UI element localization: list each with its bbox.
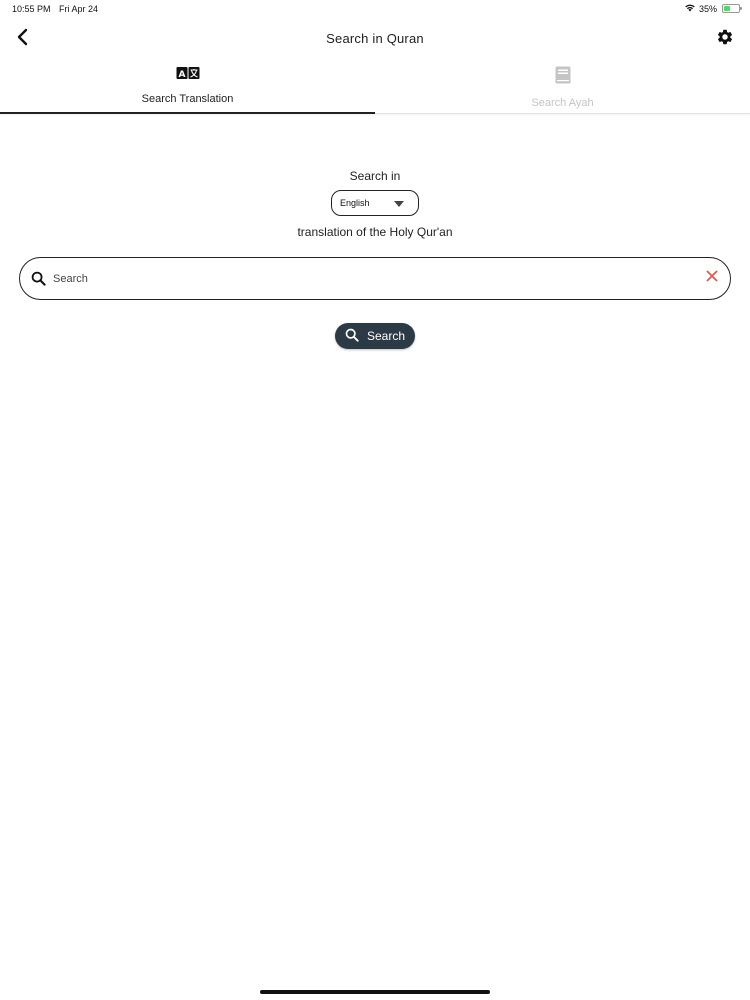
search-in-label: Search in — [349, 169, 401, 183]
caret-down-icon — [394, 201, 404, 207]
nav-bar: Search in Quran — [0, 22, 750, 56]
status-bar: 10:55 PM Fri Apr 24 35% — [0, 0, 750, 18]
tab-search-translation[interactable]: A Search Translation — [0, 60, 375, 114]
wifi-icon — [684, 3, 696, 14]
active-tab-indicator — [0, 112, 375, 114]
tab-search-ayah[interactable]: Search Ayah — [375, 60, 750, 113]
close-icon — [706, 269, 718, 287]
selected-language: English — [340, 198, 370, 208]
home-indicator[interactable] — [260, 990, 490, 994]
translate-icon: A — [176, 66, 200, 85]
language-dropdown[interactable]: English — [331, 190, 419, 216]
settings-button[interactable] — [714, 28, 736, 50]
status-time: 10:55 PM — [12, 4, 51, 14]
clear-search-button[interactable] — [702, 268, 722, 288]
book-icon — [555, 66, 571, 89]
search-icon — [28, 268, 48, 288]
search-icon — [345, 328, 359, 345]
translation-label: translation of the Holy Qur'an — [297, 225, 453, 239]
status-date: Fri Apr 24 — [59, 4, 99, 14]
page-title: Search in Quran — [326, 31, 424, 46]
search-button-label: Search — [367, 329, 406, 343]
battery-fill — [724, 6, 730, 11]
search-button[interactable]: Search — [335, 323, 415, 349]
svg-text:A: A — [178, 70, 185, 80]
tab-label: Search Ayah — [531, 97, 594, 109]
tab-label: Search Translation — [141, 93, 234, 105]
battery-charging-icon — [722, 4, 742, 13]
search-bar — [19, 257, 731, 300]
search-in-quran-screen: 10:55 PM Fri Apr 24 35% Search in Quran … — [0, 0, 750, 1000]
search-input[interactable] — [53, 268, 693, 290]
tab-bar: A Search Translation Search Ayah — [0, 60, 750, 114]
gear-icon — [716, 28, 734, 51]
battery-percent: 35% — [698, 3, 717, 14]
